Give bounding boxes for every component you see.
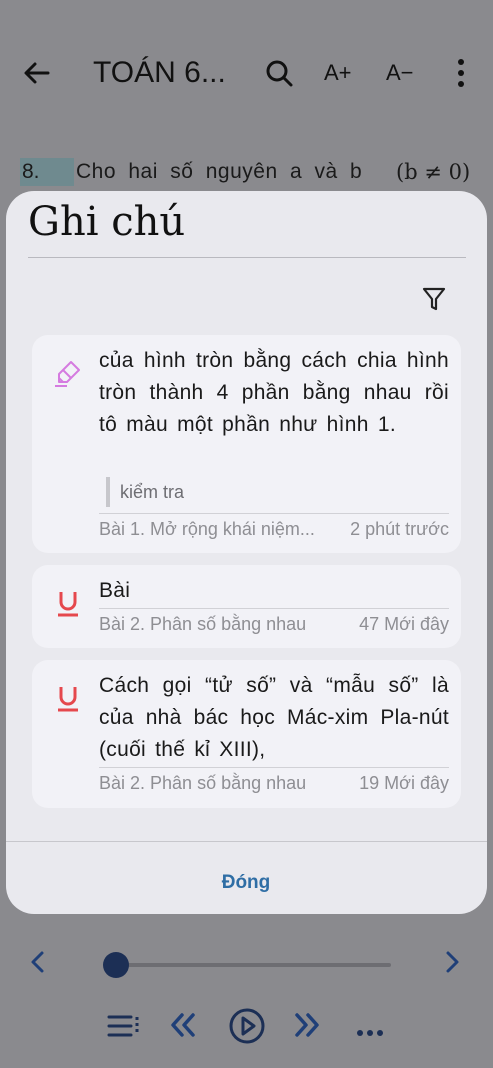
note-chapter: Bài 2. Phân số bằng nhau xyxy=(99,773,307,793)
note-time: 2 phút trước xyxy=(350,519,449,539)
note-card[interactable]: của hình tròn bằng cách chia hình tròn t… xyxy=(32,335,461,553)
filter-icon[interactable] xyxy=(420,285,448,313)
toc-list-icon[interactable] xyxy=(106,1011,142,1041)
note-text: Bài xyxy=(99,579,131,602)
underline-icon xyxy=(52,682,84,714)
note-text: của hình tròn bằng cách chia hình tròn t… xyxy=(99,349,449,436)
more-horizontal-icon[interactable] xyxy=(356,1013,384,1045)
note-comment: kiểm tra xyxy=(106,477,184,507)
note-chapter: Bài 2. Phân số bằng nhau xyxy=(99,614,307,634)
chevron-right-icon[interactable] xyxy=(442,947,462,985)
bottom-player-bar xyxy=(0,925,493,1068)
footer-divider xyxy=(6,841,487,842)
chevron-left-icon[interactable] xyxy=(28,947,48,985)
note-separator xyxy=(99,513,449,514)
note-separator xyxy=(99,767,449,768)
title-divider xyxy=(28,257,466,258)
double-chevron-left-icon[interactable] xyxy=(168,1009,198,1050)
arrow-left-icon[interactable] xyxy=(20,56,54,90)
reader-content-line: 8. Cho hai số nguyên a và b (b ≠ 0) xyxy=(0,150,493,195)
play-circle-icon[interactable] xyxy=(228,1007,266,1045)
note-time: 19 Mới đây xyxy=(359,773,449,793)
notes-dialog: Ghi chú của hình tròn bằng cách chia hìn… xyxy=(6,191,487,914)
highlighter-icon xyxy=(52,357,84,389)
top-app-bar: TOÁN 6... A+ A− xyxy=(0,0,493,150)
book-title: TOÁN 6... xyxy=(93,56,226,89)
double-chevron-right-icon[interactable] xyxy=(292,1009,322,1050)
note-separator xyxy=(99,608,449,609)
more-vertical-icon[interactable] xyxy=(450,58,472,88)
note-time: 47 Mới đây xyxy=(359,614,449,634)
line-math: (b ≠ 0) xyxy=(396,160,471,184)
note-text: Cách gọi “tử số” và “mẫu số” là của nhà … xyxy=(99,674,449,761)
search-icon[interactable] xyxy=(264,58,294,88)
note-card[interactable]: Bài Bài 2. Phân số bằng nhau 47 Mới đây xyxy=(32,565,461,648)
line-text: Cho hai số nguyên a và b xyxy=(76,160,363,183)
line-number: 8. xyxy=(20,158,74,186)
underline-icon xyxy=(52,587,84,619)
note-chapter: Bài 1. Mở rộng khái niệm... xyxy=(99,519,315,539)
note-card[interactable]: Cách gọi “tử số” và “mẫu số” là của nhà … xyxy=(32,660,461,808)
dialog-title: Ghi chú xyxy=(28,199,186,245)
progress-thumb[interactable] xyxy=(103,952,129,978)
close-button[interactable]: Đóng xyxy=(196,867,296,899)
font-decrease-button[interactable]: A− xyxy=(386,60,414,86)
progress-track[interactable] xyxy=(116,963,391,967)
font-increase-button[interactable]: A+ xyxy=(324,60,352,86)
